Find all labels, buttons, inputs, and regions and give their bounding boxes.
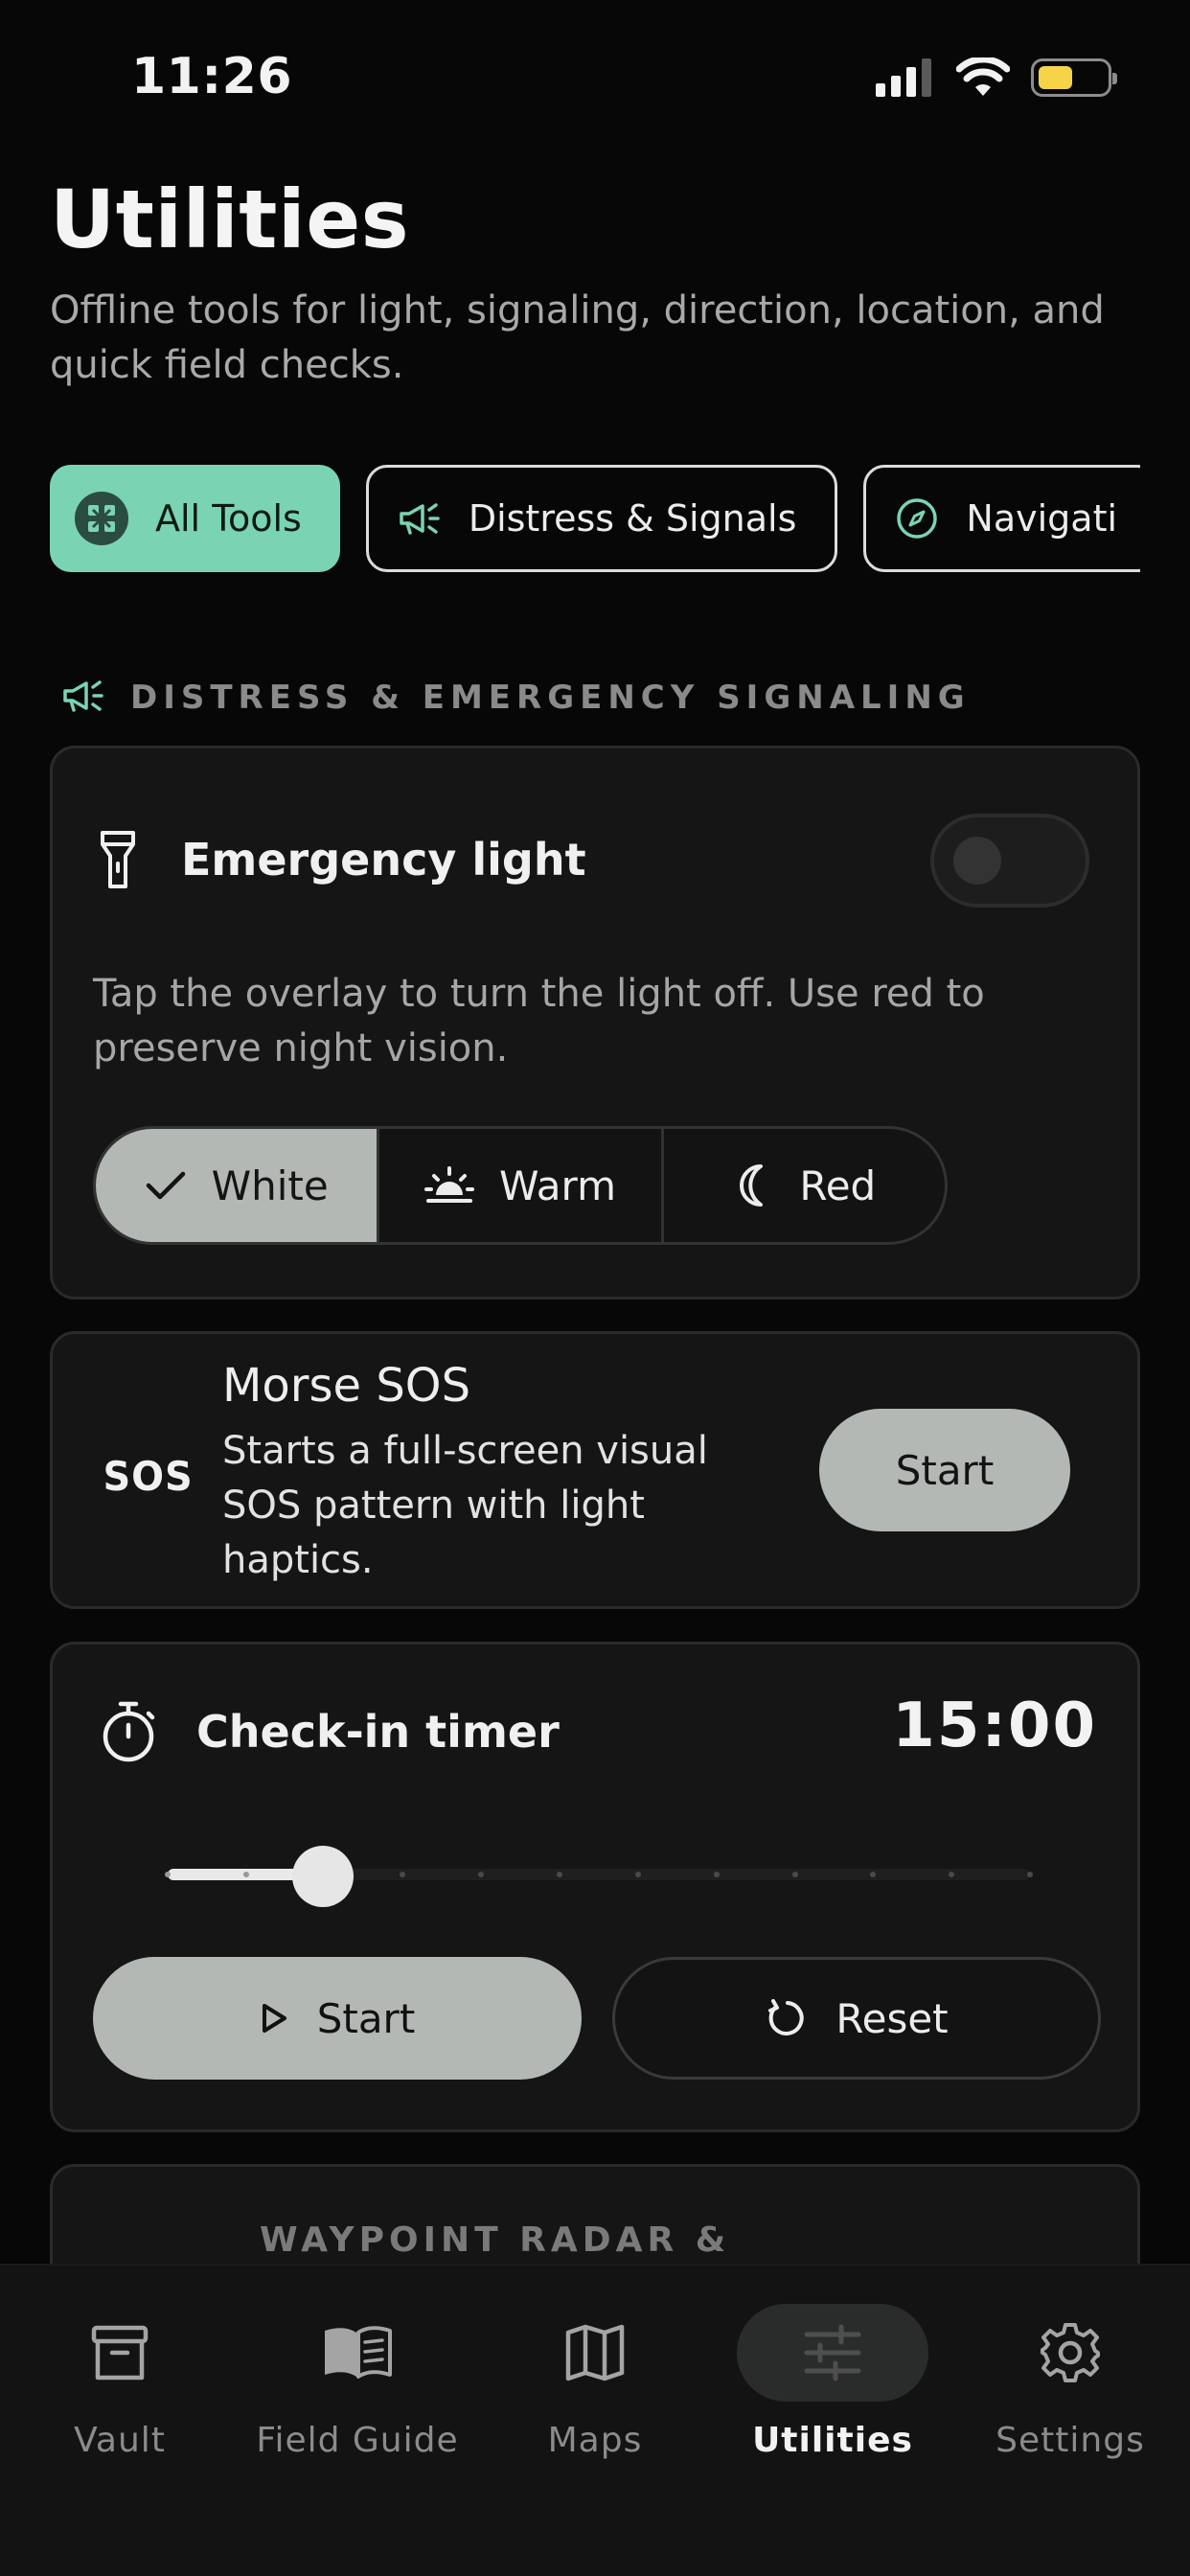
chip-navigation[interactable]: Navigati <box>863 465 1140 572</box>
section-header: DISTRESS & EMERGENCY SIGNALING <box>61 677 971 719</box>
timer-start-button[interactable]: Start <box>93 1957 582 2080</box>
mode-label: Warm <box>498 1162 616 1209</box>
emergency-light-title: Emergency light <box>181 834 586 886</box>
check-icon <box>145 1168 187 1203</box>
chip-label: Distress & Signals <box>468 497 797 540</box>
tab-maps[interactable]: Maps <box>475 2304 715 2460</box>
moon-icon <box>732 1162 774 1208</box>
timer-reset-button[interactable]: Reset <box>612 1957 1101 2080</box>
stopwatch-icon <box>99 1700 158 1763</box>
wifi-icon <box>956 58 1010 96</box>
tab-label: Maps <box>547 2421 643 2460</box>
filter-chips: All Tools Distress & Signals Navigati <box>50 465 1140 572</box>
tab-label: Settings <box>995 2421 1145 2460</box>
tab-field-guide[interactable]: Field Guide <box>238 2304 477 2460</box>
play-icon <box>260 2002 288 2035</box>
tab-label: Vault <box>74 2421 166 2460</box>
compass-icon <box>895 496 939 540</box>
morse-sos-description: Starts a full-screen visual SOS pattern … <box>222 1429 708 1582</box>
emergency-light-description: Tap the overlay to turn the light off. U… <box>93 972 985 1070</box>
checkin-timer-title: Check-in timer <box>196 1706 560 1758</box>
sos-start-label: Start <box>895 1446 995 1494</box>
mode-warm-button[interactable]: Warm <box>377 1129 660 1242</box>
morse-sos-title: Morse SOS <box>222 1359 471 1413</box>
light-mode-selector: White Warm Red <box>93 1126 948 1245</box>
status-icons <box>876 58 1117 98</box>
sliders-icon <box>804 2324 861 2381</box>
grid-icon <box>75 492 128 545</box>
sos-icon: SOS <box>103 1453 194 1500</box>
tab-label: Field Guide <box>256 2421 459 2460</box>
tab-settings[interactable]: Settings <box>950 2304 1190 2460</box>
toggle-knob <box>953 837 1001 885</box>
battery-icon <box>1031 58 1117 97</box>
slider-stop <box>634 1872 641 1877</box>
emergency-light-toggle[interactable] <box>930 814 1089 908</box>
map-icon <box>565 2324 625 2381</box>
slider-stop <box>791 1872 798 1877</box>
tab-label: Utilities <box>752 2421 913 2460</box>
archive-icon <box>91 2325 149 2380</box>
slider-stop <box>242 1872 249 1877</box>
timer-start-label: Start <box>316 1994 416 2042</box>
slider-stop <box>165 1872 171 1877</box>
waypoint-radar-title: WAYPOINT RADAR & <box>260 2220 731 2260</box>
timer-duration-slider[interactable] <box>165 1846 1033 1907</box>
book-icon <box>325 2326 392 2379</box>
tab-utilities[interactable]: Utilities <box>713 2304 952 2460</box>
mode-red-button[interactable]: Red <box>660 1129 945 1242</box>
mode-label: White <box>211 1162 329 1209</box>
mode-label: Red <box>799 1162 877 1209</box>
timer-value: 15:00 <box>892 1690 1097 1761</box>
chip-distress-signals[interactable]: Distress & Signals <box>365 465 838 572</box>
slider-stop <box>713 1872 720 1877</box>
emergency-light-header: Emergency light <box>99 829 586 890</box>
slider-thumb[interactable] <box>292 1846 354 1907</box>
flashlight-icon <box>99 829 137 890</box>
megaphone-icon <box>398 499 442 538</box>
chip-label: Navigati <box>966 497 1118 540</box>
checkin-timer-header: Check-in timer <box>99 1700 560 1763</box>
emergency-light-card: Emergency light Tap the overlay to turn … <box>50 746 1140 1300</box>
tab-vault[interactable]: Vault <box>0 2304 240 2460</box>
slider-stop <box>1027 1872 1033 1877</box>
status-bar: 11:26 <box>0 0 1190 153</box>
page-title: Utilities <box>50 172 410 266</box>
page-subtitle: Offline tools for light, signaling, dire… <box>50 288 1105 387</box>
mode-white-button[interactable]: White <box>96 1129 378 1242</box>
cellular-signal-icon <box>876 58 931 97</box>
status-time: 11:26 <box>131 48 293 105</box>
reset-icon <box>765 1997 807 2039</box>
gear-icon <box>1041 2323 1100 2382</box>
checkin-timer-card: Check-in timer 15:00 Start Reset <box>50 1642 1140 2132</box>
section-title: DISTRESS & EMERGENCY SIGNALING <box>130 678 971 717</box>
morse-sos-card: SOS Morse SOS Starts a full-screen visua… <box>50 1331 1140 1609</box>
sos-start-button[interactable]: Start <box>819 1409 1070 1531</box>
chip-label: All Tools <box>155 497 302 540</box>
sunrise-icon <box>423 1164 474 1207</box>
megaphone-icon <box>61 677 105 719</box>
chip-all-tools[interactable]: All Tools <box>50 465 340 572</box>
tab-bar: Vault Field Guide Maps Utilities Setting… <box>0 2264 1190 2576</box>
timer-reset-label: Reset <box>835 1994 949 2042</box>
